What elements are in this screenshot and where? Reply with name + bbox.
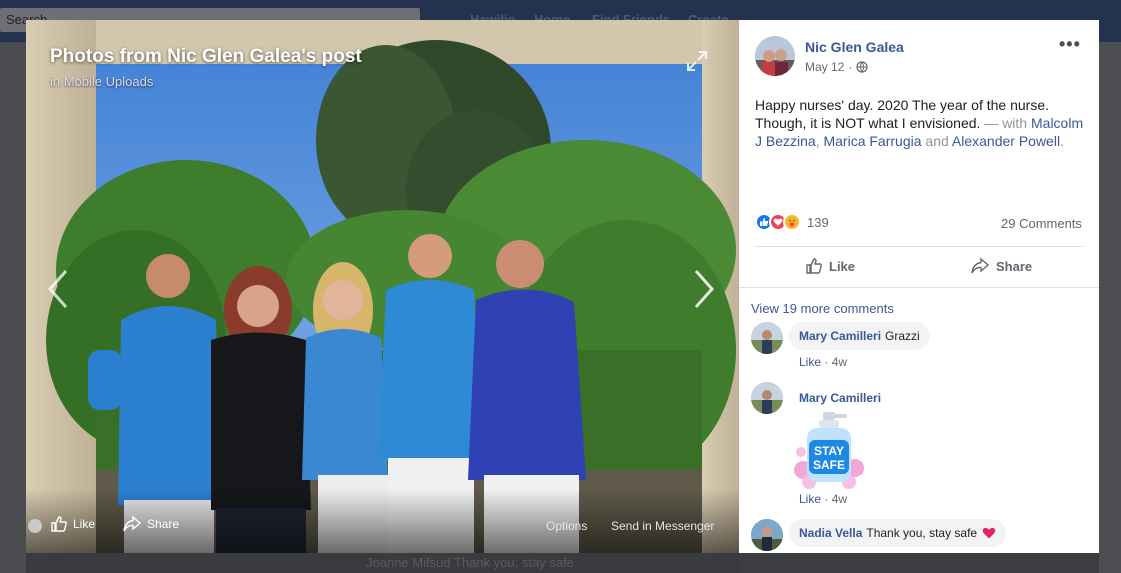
options-label: Options bbox=[546, 519, 588, 533]
photo-indicator bbox=[28, 519, 42, 533]
reaction-count: 139 bbox=[807, 214, 829, 230]
comment-text: Grazzi bbox=[885, 329, 920, 343]
options-button[interactable]: Options bbox=[546, 519, 587, 533]
post-date-text: May 12 bbox=[805, 60, 845, 74]
comment-time[interactable]: 4w bbox=[832, 492, 847, 506]
post-text: Happy nurses' day. 2020 The year of the … bbox=[755, 96, 1085, 150]
commenter-avatar[interactable] bbox=[751, 322, 783, 354]
fullscreen-icon[interactable] bbox=[686, 50, 708, 72]
comment-like-link[interactable]: Like bbox=[799, 355, 821, 369]
with-prefix: — with bbox=[980, 115, 1031, 131]
like-icon bbox=[806, 258, 822, 274]
comments-count[interactable]: 29 Comments bbox=[1001, 216, 1082, 231]
commenter-avatar-image bbox=[751, 519, 783, 551]
photo-like-button[interactable]: Like bbox=[50, 515, 95, 533]
like-button[interactable]: Like bbox=[805, 257, 855, 275]
photo-share-label: Share bbox=[147, 517, 180, 531]
sticker-text-line1: STAY bbox=[814, 444, 844, 458]
background-left-column bbox=[0, 42, 26, 573]
comment-meta: Like · 4w bbox=[799, 355, 848, 369]
red-heart-icon bbox=[983, 527, 996, 539]
commenter-avatar-image bbox=[751, 322, 783, 354]
commenter-avatar[interactable] bbox=[751, 519, 783, 551]
commenter-avatar-image bbox=[751, 382, 783, 414]
divider bbox=[739, 287, 1099, 288]
send-in-messenger-label: Send in Messenger bbox=[611, 519, 715, 533]
previous-photo-icon[interactable] bbox=[46, 268, 70, 310]
tagged-person-3[interactable]: Alexander Powell bbox=[952, 133, 1060, 149]
background-right-column bbox=[1099, 42, 1121, 573]
like-icon bbox=[51, 516, 67, 532]
tag-and: and bbox=[921, 133, 952, 149]
commenter-name[interactable]: Mary Camilleri bbox=[799, 329, 881, 343]
author-avatar[interactable] bbox=[755, 36, 795, 76]
share-icon bbox=[971, 257, 990, 274]
post-options-icon[interactable]: ••• bbox=[1059, 34, 1081, 55]
photo-share-button[interactable]: Share bbox=[122, 515, 179, 533]
tagged-person-2[interactable]: Marica Farrugia bbox=[823, 133, 921, 149]
globe-icon bbox=[856, 61, 868, 73]
commenter-name[interactable]: Nadia Vella bbox=[799, 526, 862, 540]
share-icon bbox=[123, 515, 142, 532]
care-reaction-icon bbox=[783, 213, 801, 231]
photo-title: Photos from Nic Glen Galea's post bbox=[50, 46, 362, 67]
photo-viewer[interactable]: Photos from Nic Glen Galea's post in Mob… bbox=[26, 20, 739, 553]
share-button[interactable]: Share bbox=[970, 257, 1032, 275]
comment-bubble: Mary Camilleri Grazzi bbox=[789, 322, 930, 350]
post-panel: Nic Glen Galea May 12 · ••• Happy nurses… bbox=[739, 20, 1099, 553]
commenter-avatar[interactable] bbox=[751, 382, 783, 414]
background-comment: Joanne Mifsud Thank you, stay safe bbox=[26, 553, 739, 573]
comment-meta: Like · 4w bbox=[799, 492, 848, 506]
comment-bubble: Nadia Vella Thank you, stay safe bbox=[789, 519, 1007, 547]
photo-like-label: Like bbox=[73, 517, 96, 531]
view-more-comments-link[interactable]: View 19 more comments bbox=[751, 301, 894, 316]
post-date[interactable]: May 12 · bbox=[805, 60, 868, 74]
stay-safe-sticker: STAY SAFE bbox=[794, 412, 864, 489]
author-avatar-image bbox=[755, 36, 795, 76]
tag-end: . bbox=[1060, 133, 1064, 149]
comment-time[interactable]: 4w bbox=[832, 355, 847, 369]
share-label: Share bbox=[996, 258, 1033, 274]
album-link[interactable]: in Mobile Uploads bbox=[50, 74, 153, 89]
divider bbox=[755, 246, 1083, 247]
commenter-name[interactable]: Mary Camilleri bbox=[799, 391, 881, 405]
like-label: Like bbox=[829, 258, 856, 274]
group-photo bbox=[26, 20, 739, 553]
comment-like-link[interactable]: Like bbox=[799, 492, 821, 506]
comment-text: Thank you, stay safe bbox=[866, 526, 978, 540]
reactions-summary[interactable]: 139 bbox=[755, 213, 829, 231]
author-name[interactable]: Nic Glen Galea bbox=[805, 39, 904, 55]
send-in-messenger-button[interactable]: Send in Messenger bbox=[611, 519, 714, 533]
sticker-text-line2: SAFE bbox=[813, 458, 845, 472]
separator-dot: · bbox=[848, 60, 853, 74]
next-photo-icon[interactable] bbox=[692, 268, 716, 310]
